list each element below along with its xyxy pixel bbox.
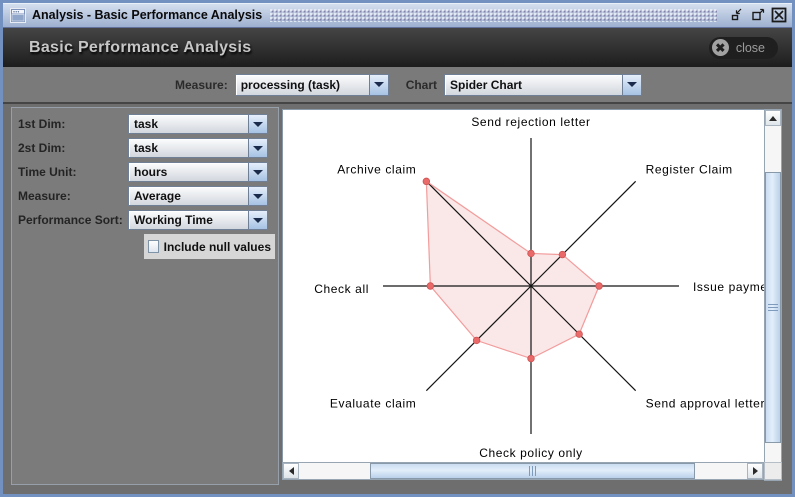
scroll-up-button[interactable] [765,110,781,126]
scroll-left-button[interactable] [283,463,299,479]
svg-text:Send approval letter: Send approval letter [646,397,765,411]
measure-select-value: processing (task) [236,75,369,95]
options-panel: 1st Dim: task 2st Dim: task Time Unit: h… [11,107,279,485]
close-window-icon [771,7,787,23]
field-row-2st-dim: 2st Dim: task [18,138,274,158]
thumb-grip-icon [529,466,537,476]
measure-toolbar: Measure: processing (task) Chart Spider … [3,67,792,104]
thumb-grip-icon [768,304,778,312]
include-null-values-checkbox[interactable] [148,240,159,253]
time-unit-select[interactable]: hours [128,162,268,182]
chevron-down-icon[interactable] [248,187,267,205]
include-null-values-row: Include null values [144,234,275,259]
page-title: Basic Performance Analysis [29,39,251,57]
field-row-performance-sort: Performance Sort: Working Time [18,210,274,230]
measure-field-select[interactable]: Average [128,186,268,206]
include-null-values-label: Include null values [164,240,271,254]
time-unit-value: hours [129,163,248,181]
chevron-down-icon[interactable] [248,115,267,133]
spider-chart-canvas: Send rejection letter Register Claim Issue… [282,109,764,462]
svg-text:Register Claim: Register Claim [646,162,733,176]
horizontal-scrollbar[interactable] [282,462,764,480]
chevron-down-icon[interactable] [248,163,267,181]
internal-frame: Analysis - Basic Performance Analysis Ba… [0,0,795,497]
close-window-button[interactable] [770,7,788,24]
chart-select[interactable]: Spider Chart [444,74,642,96]
maximize-button[interactable] [749,7,767,24]
second-dim-value: task [129,139,248,157]
field-row-time-unit: Time Unit: hours [18,162,274,182]
svg-text:Evaluate claim: Evaluate claim [330,397,416,411]
svg-text:Send rejection letter: Send rejection letter [471,115,590,129]
close-x-icon: ✖ [712,39,729,56]
second-dim-select[interactable]: task [128,138,268,158]
performance-sort-select[interactable]: Working Time [128,210,268,230]
field-row-1st-dim: 1st Dim: task [18,114,274,134]
chevron-down-icon[interactable] [248,211,267,229]
arrow-up-icon [769,116,777,121]
horizontal-scroll-track[interactable] [299,463,747,479]
chart-label: Chart [406,78,437,92]
vertical-scroll-thumb[interactable] [765,172,781,443]
vertical-scrollbar[interactable] [764,109,782,481]
chart-select-value: Spider Chart [445,75,622,95]
performance-sort-label: Performance Sort: [18,213,123,227]
view-header: Basic Performance Analysis ✖ close [3,28,792,67]
maximize-icon [751,8,765,22]
measure-select[interactable]: processing (task) [235,74,389,96]
first-dim-value: task [129,115,248,133]
arrow-right-icon [753,467,758,475]
svg-text:Check all: Check all [314,282,369,296]
window-frame-icon [10,8,26,23]
performance-sort-value: Working Time [129,211,248,229]
vertical-scroll-track[interactable] [765,126,781,464]
window-title: Analysis - Basic Performance Analysis [32,8,270,22]
second-dim-label: 2st Dim: [18,141,65,155]
window-titlebar[interactable]: Analysis - Basic Performance Analysis [3,3,792,28]
spider-chart-svg: Send rejection letter Register Claim Issue… [283,110,765,462]
close-view-button[interactable]: ✖ close [709,37,778,59]
svg-text:Archive claim: Archive claim [337,162,416,176]
arrow-left-icon [289,467,294,475]
measure-field-label: Measure: [18,189,71,203]
minimize-button[interactable] [728,7,746,24]
svg-text:Issue payment: Issue payment [693,280,765,294]
horizontal-scroll-thumb[interactable] [370,463,695,479]
chevron-down-icon[interactable] [248,139,267,157]
scroll-right-button[interactable] [747,463,763,479]
scrollbar-corner [764,462,782,480]
time-unit-label: Time Unit: [18,165,76,179]
field-row-measure: Measure: Average [18,186,274,206]
chevron-down-icon[interactable] [369,75,388,95]
measure-field-value: Average [129,187,248,205]
measure-label: Measure: [175,78,228,92]
close-view-label: close [736,41,765,55]
svg-text:Check policy only: Check policy only [479,446,583,460]
titlebar-texture [270,9,717,22]
first-dim-label: 1st Dim: [18,117,65,131]
content-area: 1st Dim: task 2st Dim: task Time Unit: h… [3,104,792,494]
chevron-down-icon[interactable] [622,75,641,95]
minimize-icon [730,8,744,22]
first-dim-select[interactable]: task [128,114,268,134]
